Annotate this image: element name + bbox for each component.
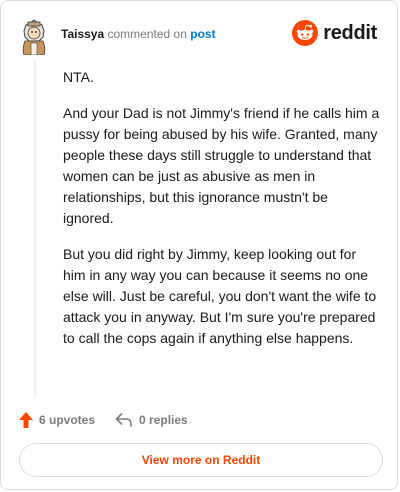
reddit-wordmark: reddit — [323, 21, 377, 44]
view-more-button[interactable]: View more on Reddit — [19, 443, 383, 477]
reply-button[interactable]: 0 replies — [115, 413, 188, 427]
avatar[interactable] — [19, 19, 49, 56]
avatar-icon — [22, 19, 46, 56]
post-link[interactable]: post — [190, 27, 215, 41]
comment-meta: Taissya commented on post — [61, 27, 216, 41]
comment-header: Taissya commented on post reddit — [19, 15, 383, 56]
upvote-button[interactable]: 6 upvotes — [19, 412, 95, 428]
upvote-count: 6 upvotes — [39, 413, 96, 427]
comment-actions: 6 upvotes 0 replies — [19, 409, 208, 431]
comment-paragraph: NTA. — [63, 69, 94, 85]
author-name[interactable]: Taissya — [61, 27, 104, 41]
reply-count: 0 replies — [139, 413, 188, 427]
reddit-brand[interactable]: reddit — [292, 19, 377, 47]
thread-line — [34, 61, 36, 398]
reply-arrow-icon — [115, 413, 132, 427]
reddit-logo-icon — [292, 20, 319, 46]
reddit-embed-card: Taissya commented on post reddit NTA. An… — [0, 0, 398, 490]
view-more-label: View more on Reddit — [141, 453, 261, 467]
comment-paragraph: But you did right by Jimmy, keep looking… — [63, 246, 377, 346]
comment-body: NTA. And your Dad is not Jimmy's friend … — [63, 67, 381, 364]
commented-on-text: commented on — [107, 27, 187, 41]
upvote-arrow-icon — [19, 412, 33, 428]
comment-paragraph: And your Dad is not Jimmy's friend if he… — [63, 105, 380, 226]
